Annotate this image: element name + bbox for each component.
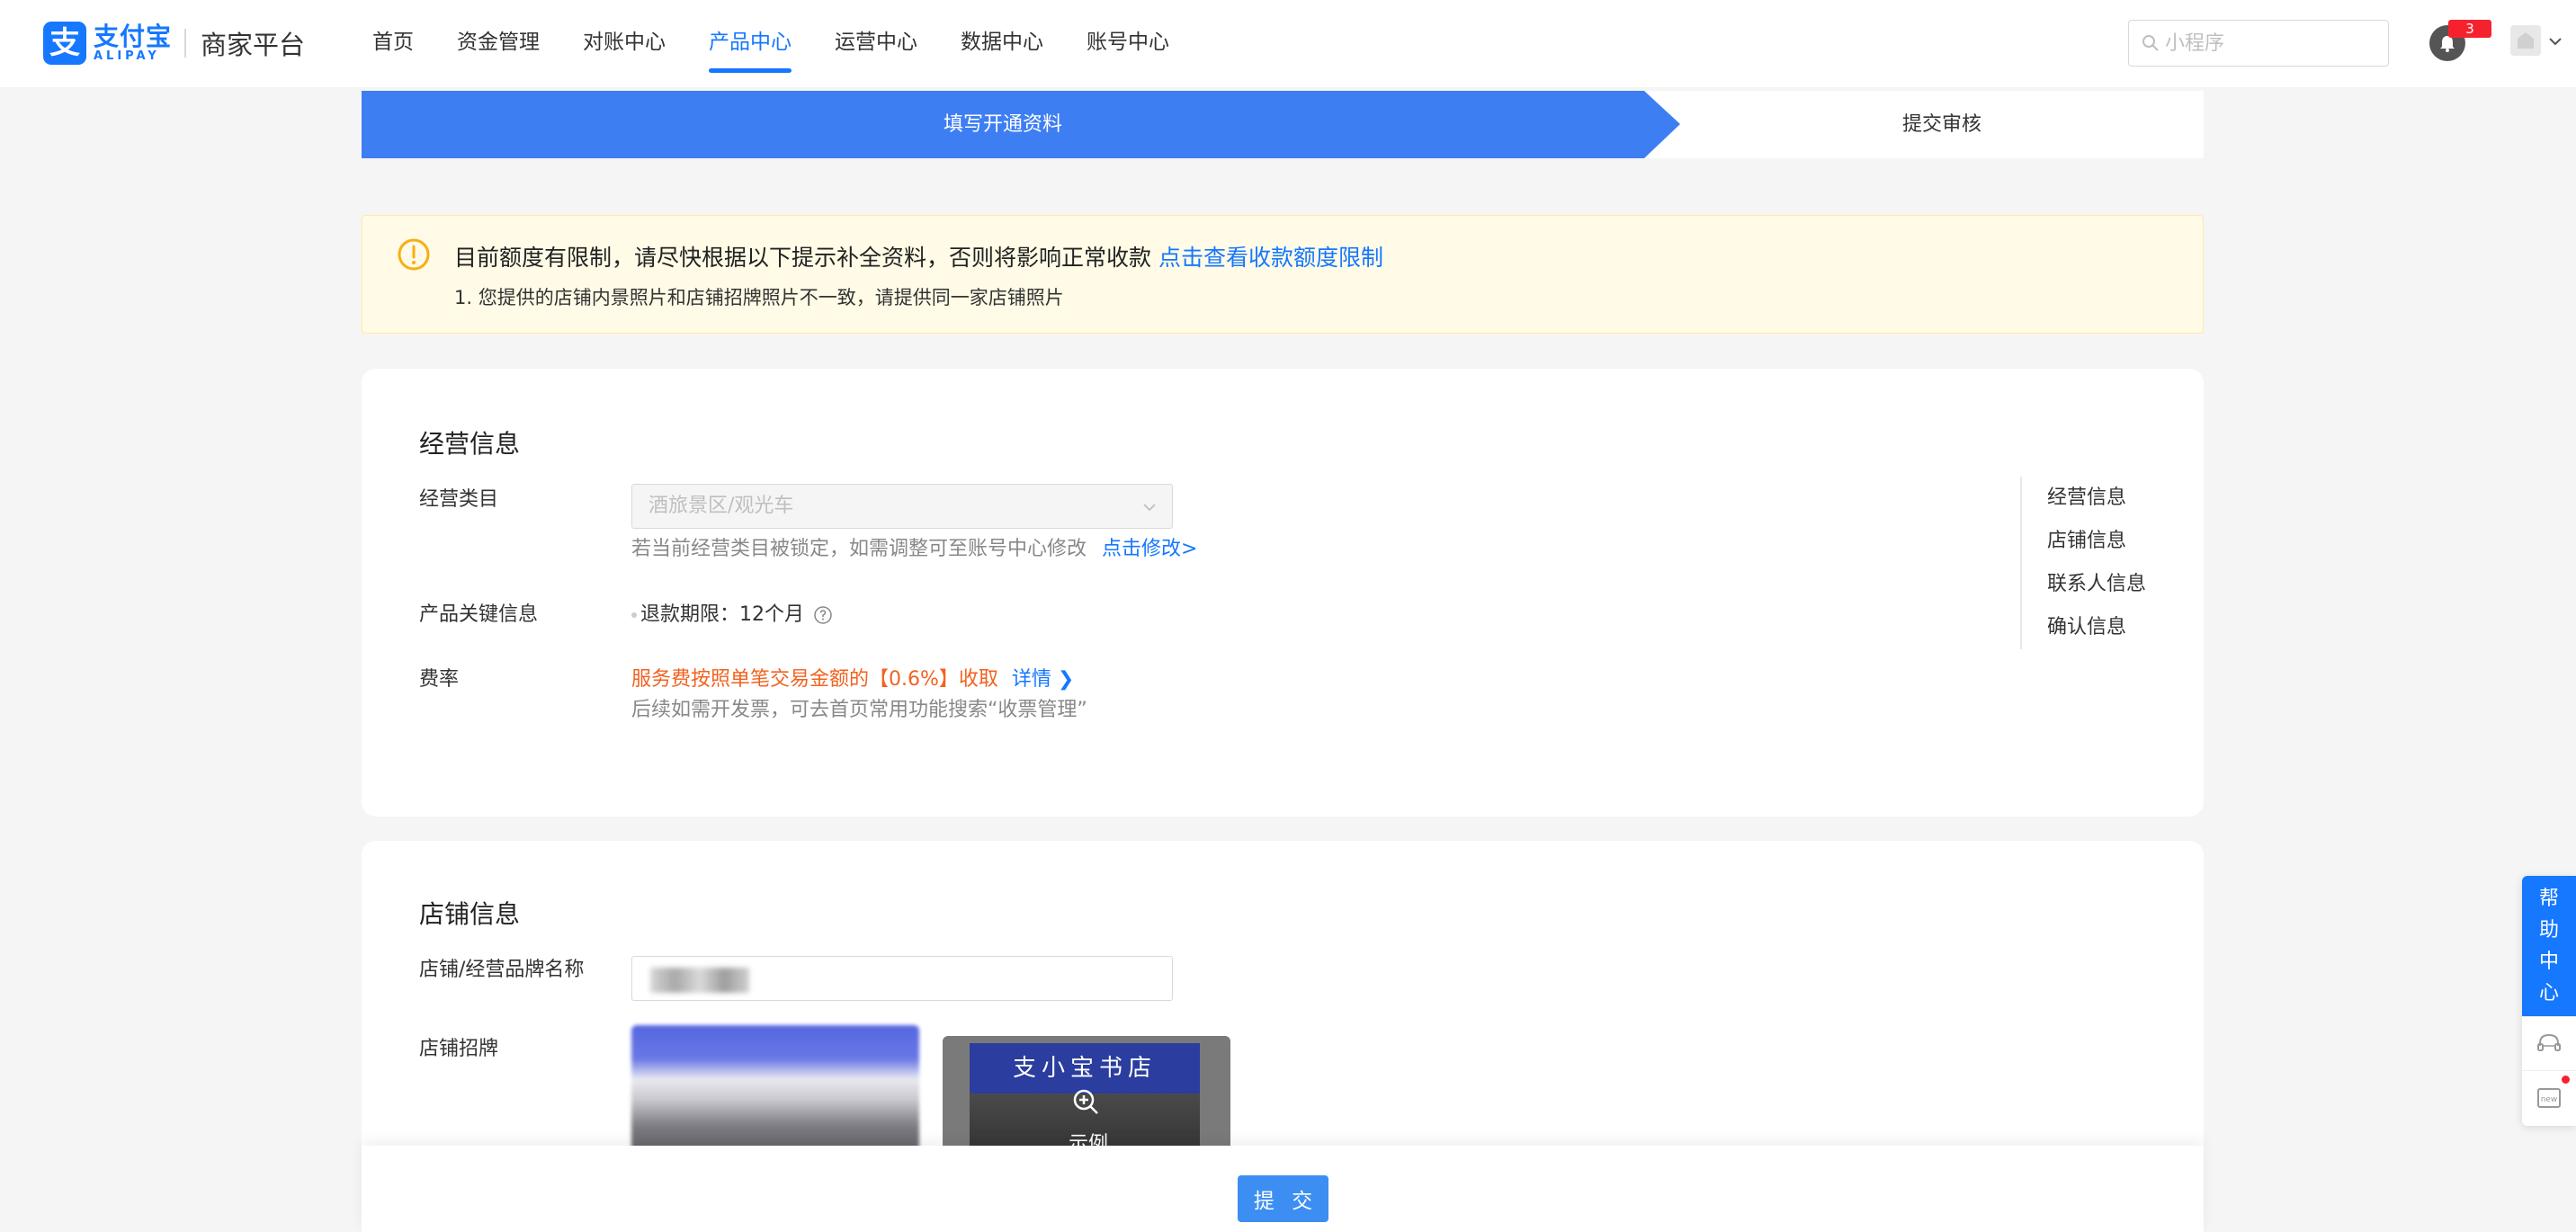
category-hint: 若当前经营类目被锁定，如需调整可至账号中心修改 点击修改>	[631, 532, 1197, 561]
anchor-shop-info[interactable]: 店铺信息	[2047, 520, 2146, 563]
alipay-logo-icon: 支	[43, 22, 86, 65]
category-field: 酒旅景区/观光车 若当前经营类目被锁定，如需调整可至账号中心修改 点击修改>	[631, 484, 1197, 561]
fee-label: 费率	[419, 668, 460, 691]
help-char: 帮	[2538, 888, 2559, 910]
nav-item-operations[interactable]: 运营中心	[835, 0, 917, 87]
anchor-business-info[interactable]: 经营信息	[2047, 477, 2146, 520]
help-char: 助	[2538, 919, 2559, 942]
fee-rate-text: 服务费按照单笔交易金额的【0.6%】收取	[631, 668, 998, 691]
search-box[interactable]	[2128, 20, 2389, 67]
shop-name-label: 店铺/经营品牌名称	[419, 959, 585, 981]
modify-category-link[interactable]: 点击修改>	[1102, 538, 1197, 560]
new-indicator-dot	[2562, 1076, 2570, 1084]
alert-title-text: 目前额度有限制，请尽快根据以下提示补全资料，否则将影响正常收款	[454, 245, 1152, 271]
chevron-down-icon	[1143, 504, 1156, 512]
bottom-action-bar: 提 交	[362, 1146, 2204, 1232]
help-char: 中	[2538, 951, 2559, 973]
uploaded-sign-photo[interactable]	[631, 1025, 919, 1160]
anchor-contact-info[interactable]: 联系人信息	[2047, 563, 2146, 606]
shop-name-input[interactable]	[631, 956, 1173, 1001]
chevron-down-icon[interactable]	[2546, 32, 2564, 50]
help-center-button[interactable]: 帮 助 中 心	[2522, 876, 2576, 1016]
shop-name-field	[631, 956, 1173, 1001]
help-circle-icon[interactable]	[813, 605, 833, 625]
customer-service-button[interactable]	[2522, 1016, 2576, 1070]
category-select: 酒旅景区/观光车	[631, 484, 1173, 529]
key-info-label: 产品关键信息	[419, 603, 539, 626]
business-info-title: 经营信息	[419, 429, 521, 459]
submit-button[interactable]: 提 交	[1238, 1175, 1328, 1222]
platform-name: 商家平台	[201, 30, 306, 60]
svg-text:new: new	[2541, 1095, 2558, 1104]
logo-wordmark: 支付宝 ALIPAY	[94, 23, 172, 63]
nav-item-account[interactable]: 账号中心	[1087, 0, 1169, 87]
zoom-in-icon	[1073, 1089, 1098, 1114]
bullet-dot	[631, 612, 637, 618]
logo-en-text: ALIPAY	[94, 49, 160, 63]
new-feature-icon: new	[2537, 1087, 2561, 1108]
nav-item-data[interactable]: 数据中心	[961, 0, 1043, 87]
business-info-card: 经营信息 经营类目 酒旅景区/观光车 若当前经营类目被锁定，如需调整可至账号中心…	[362, 369, 2204, 817]
top-navigation-bar: 支 支付宝 ALIPAY 商家平台 首页 资金管理 对账中心 产品中心 运营中心…	[0, 0, 2576, 87]
quota-limit-alert: 目前额度有限制，请尽快根据以下提示补全资料，否则将影响正常收款 点击查看收款额度限…	[362, 215, 2204, 334]
help-dock: 帮 助 中 心 new	[2522, 876, 2576, 1126]
anchor-confirm-info[interactable]: 确认信息	[2047, 606, 2146, 649]
search-input[interactable]	[2165, 31, 2381, 55]
fee-field: 服务费按照单笔交易金额的【0.6%】收取 详情 ❯ 后续如需开发票，可去首页常用…	[631, 665, 1087, 725]
shop-sign-label: 店铺招牌	[419, 1038, 499, 1060]
logo-divider	[184, 29, 187, 58]
main-nav: 首页 资金管理 对账中心 产品中心 运营中心 数据中心 账号中心	[351, 0, 1191, 87]
shop-avatar-icon	[2518, 32, 2534, 49]
headset-icon	[2537, 1033, 2561, 1051]
category-hint-text: 若当前经营类目被锁定，如需调整可至账号中心修改	[631, 538, 1087, 560]
nav-item-funds[interactable]: 资金管理	[457, 0, 540, 87]
alert-title: 目前额度有限制，请尽快根据以下提示补全资料，否则将影响正常收款 点击查看收款额度限…	[454, 240, 1383, 272]
nav-item-reconciliation[interactable]: 对账中心	[583, 0, 666, 87]
shop-info-title: 店铺信息	[419, 899, 521, 929]
chevron-right-icon: ❯	[1057, 668, 1075, 691]
step-submit-review: 提交审核	[1901, 113, 1981, 136]
redacted-shop-name	[650, 968, 749, 993]
refund-period-text: 退款期限：12个月	[640, 603, 804, 626]
warning-circle-icon	[398, 238, 430, 271]
key-info-field: 退款期限：12个月	[631, 601, 833, 629]
step-progress-bar: 填写开通资料 提交审核	[362, 91, 2204, 158]
search-icon	[2142, 35, 2159, 51]
step-fill-info: 填写开通资料	[362, 91, 1680, 158]
help-char: 心	[2538, 982, 2559, 1004]
quota-limit-link[interactable]: 点击查看收款额度限制	[1158, 245, 1383, 271]
alert-item: 1. 您提供的店铺内景照片和店铺招牌照片不一致，请提供同一家店铺照片	[454, 287, 1064, 308]
category-select-value: 酒旅景区/观光车	[648, 495, 794, 517]
fee-detail-label: 详情	[1011, 668, 1051, 691]
avatar[interactable]	[2510, 25, 2541, 56]
fee-row: 服务费按照单笔交易金额的【0.6%】收取 详情 ❯	[631, 665, 1087, 694]
section-anchor-nav: 经营信息 店铺信息 联系人信息 确认信息	[2020, 477, 2146, 649]
nav-item-products[interactable]: 产品中心	[709, 0, 792, 87]
category-label: 经营类目	[419, 488, 499, 511]
logo-cn-text: 支付宝	[94, 22, 173, 51]
notification-badge: 3	[2448, 20, 2491, 38]
invoice-hint: 后续如需开发票，可去首页常用功能搜索“收票管理”	[631, 699, 1087, 721]
nav-item-home[interactable]: 首页	[372, 0, 414, 87]
fee-detail-link[interactable]: 详情 ❯	[1012, 668, 1074, 691]
alipay-logo[interactable]: 支 支付宝 ALIPAY 商家平台	[43, 22, 305, 65]
